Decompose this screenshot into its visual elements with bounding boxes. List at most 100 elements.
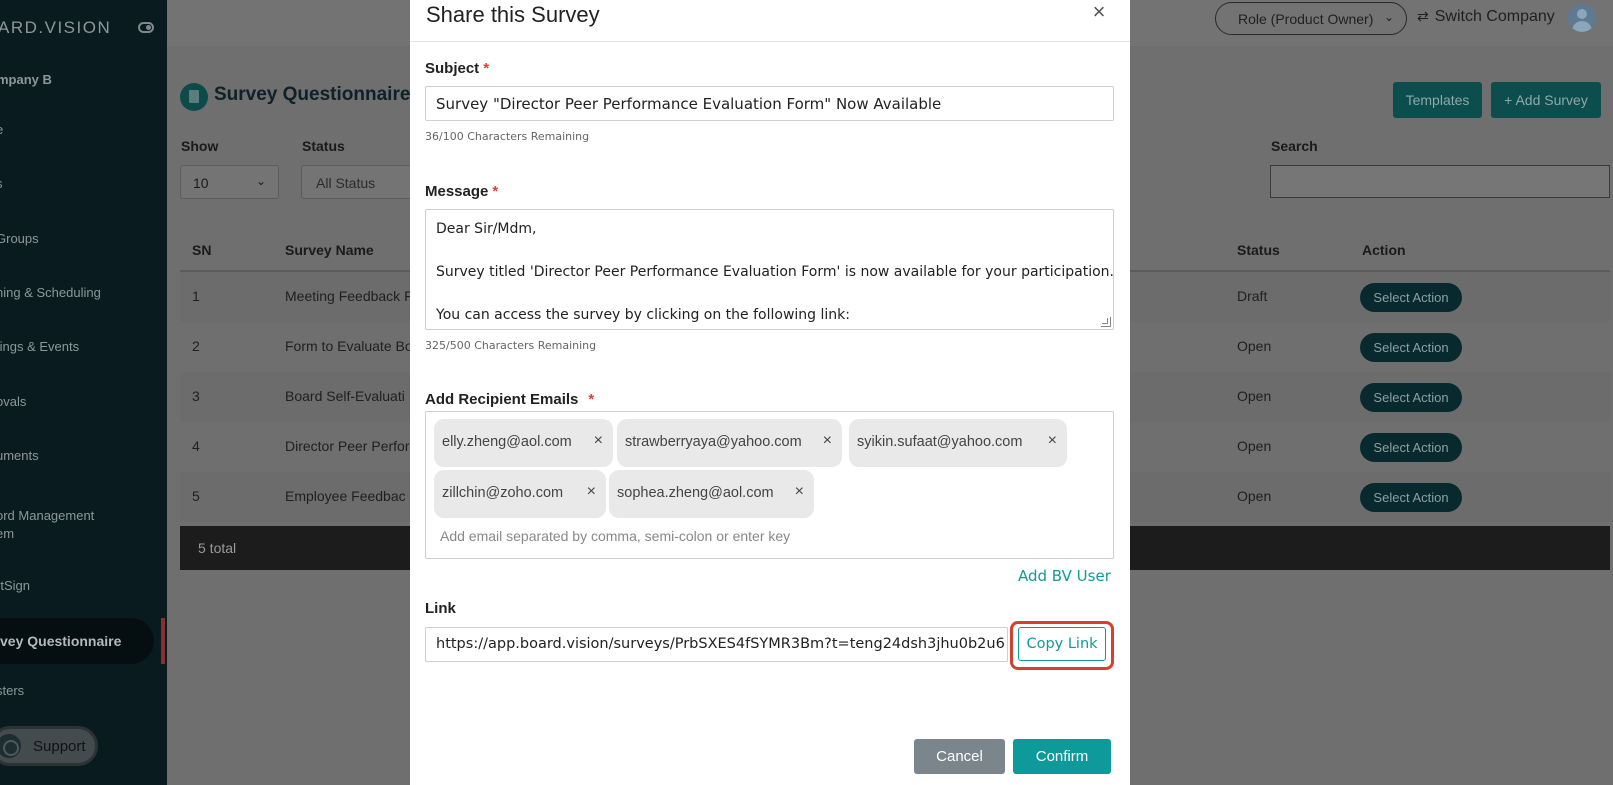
recipients-label-text: Add Recipient Emails	[425, 391, 579, 408]
modal-header: Share this Survey ×	[410, 0, 1130, 42]
row-survey-name[interactable]: Meeting Feedback F	[285, 288, 413, 304]
email-chip-label: strawberryaya@yahoo.com	[625, 434, 802, 450]
row-sn: 4	[192, 438, 200, 454]
message-line: Survey titled 'Director Peer Performance…	[436, 264, 1114, 280]
cancel-button[interactable]: Cancel	[914, 739, 1005, 774]
remove-chip-icon[interactable]: ×	[587, 483, 596, 501]
company-name: mpany B	[0, 72, 52, 87]
select-action-button[interactable]: Select Action	[1360, 433, 1462, 462]
row-survey-name[interactable]: Employee Feedbac	[285, 488, 406, 504]
message-char-count: 325/500 Characters Remaining	[425, 339, 597, 352]
message-line: You can access the survey by clicking on…	[436, 307, 850, 323]
remove-chip-icon[interactable]: ×	[795, 483, 804, 501]
email-chip: syikin.sufaat@yahoo.com ×	[849, 419, 1067, 467]
subject-label-text: Subject	[425, 60, 480, 77]
support-label: Support	[33, 738, 86, 755]
show-label: Show	[181, 138, 219, 154]
sidebar-item-record-management[interactable]: ord Management	[0, 507, 94, 525]
sidebar-item-registers[interactable]: sters	[0, 682, 24, 700]
show-entries-value: 10	[193, 175, 209, 191]
sidebar-item-meetings-events[interactable]: tings & Events	[0, 338, 79, 356]
email-chip: sophea.zheng@aol.com ×	[609, 470, 814, 518]
sidebar-item-smartsign[interactable]: rtSign	[0, 577, 30, 595]
select-action-button[interactable]: Select Action	[1360, 283, 1462, 312]
row-sn: 3	[192, 388, 200, 404]
sidebar-toggle-icon[interactable]	[138, 22, 154, 33]
add-bv-user-link[interactable]: Add BV User	[1018, 567, 1111, 585]
message-line	[436, 241, 1103, 263]
status-filter-select[interactable]: All Status	[301, 165, 411, 199]
sidebar-item-approvals[interactable]: ovals	[0, 393, 26, 411]
sidebar-item-users[interactable]: s	[0, 175, 3, 193]
support-button[interactable]: Support	[0, 726, 98, 766]
subject-label: Subject *	[425, 60, 489, 77]
row-survey-name[interactable]: Director Peer Perfor	[285, 438, 409, 454]
search-label: Search	[1271, 138, 1318, 154]
chevron-down-icon: ⌄	[255, 174, 266, 188]
row-status: Open	[1237, 388, 1272, 404]
row-survey-name[interactable]: Board Self-Evaluati	[285, 388, 405, 404]
sidebar-item-groups[interactable]: Groups	[0, 230, 39, 248]
remove-chip-icon[interactable]: ×	[594, 432, 603, 450]
email-input-placeholder[interactable]: Add email separated by comma, semi-colon…	[440, 528, 790, 544]
modal-title: Share this Survey	[426, 2, 600, 27]
row-status: Open	[1237, 438, 1272, 454]
switch-icon: ⇄	[1417, 8, 1429, 24]
remove-chip-icon[interactable]: ×	[1048, 432, 1057, 450]
remove-chip-icon[interactable]: ×	[823, 432, 832, 450]
recipients-label: Add Recipient Emails *	[425, 391, 594, 408]
templates-button[interactable]: Templates	[1393, 82, 1482, 118]
add-survey-button[interactable]: + Add Survey	[1491, 82, 1601, 118]
status-filter-value: All Status	[316, 175, 376, 191]
avatar[interactable]	[1568, 4, 1596, 32]
switch-company-button[interactable]: ⇄ Switch Company	[1417, 8, 1555, 26]
sidebar-item-survey-questionnaire[interactable]: vey Questionnaire	[0, 618, 154, 664]
sidebar: ARD.VISION mpany B e s Groups ning & Sch…	[0, 0, 167, 785]
message-label-text: Message	[425, 183, 489, 200]
brand-logo: ARD.VISION	[0, 18, 112, 37]
email-chip: strawberryaya@yahoo.com ×	[617, 419, 842, 467]
select-action-button[interactable]: Select Action	[1360, 383, 1462, 412]
message-line: Dear Sir/Mdm,	[436, 221, 537, 237]
recipient-emails-field[interactable]: elly.zheng@aol.com × strawberryaya@yahoo…	[425, 411, 1114, 559]
row-sn: 1	[192, 288, 200, 304]
row-survey-name[interactable]: Form to Evaluate Bo	[285, 338, 413, 354]
sidebar-item-record-management-line2[interactable]: em	[0, 525, 14, 543]
email-chip-label: elly.zheng@aol.com	[442, 434, 572, 450]
select-action-button[interactable]: Select Action	[1360, 483, 1462, 512]
subject-input[interactable]	[425, 86, 1114, 121]
required-marker: *	[483, 60, 490, 77]
message-line	[436, 284, 1103, 306]
email-chip-label: zillchin@zoho.com	[442, 485, 564, 501]
survey-link-field[interactable]: https://app.board.vision/surveys/PrbSXES…	[425, 627, 1008, 662]
message-label: Message *	[425, 183, 498, 200]
row-status: Draft	[1237, 288, 1268, 304]
active-indicator	[161, 618, 165, 664]
email-chip-label: sophea.zheng@aol.com	[617, 485, 774, 501]
required-marker: *	[492, 183, 499, 200]
switch-company-label: Switch Company	[1434, 8, 1555, 25]
close-icon[interactable]: ×	[1087, 0, 1111, 24]
email-chip: zillchin@zoho.com ×	[434, 470, 606, 518]
sidebar-item-home[interactable]: e	[0, 121, 3, 139]
header-sn: SN	[192, 242, 212, 258]
sidebar-item-documents[interactable]: uments	[0, 447, 39, 465]
sidebar-item-planning-scheduling[interactable]: ning & Scheduling	[0, 284, 101, 302]
email-chip-label: syikin.sufaat@yahoo.com	[857, 434, 1023, 450]
share-survey-modal: Share this Survey × Subject* 36/100 Char…	[410, 0, 1130, 785]
required-marker: *	[588, 391, 595, 408]
role-dropdown[interactable]: Role (Product Owner) ⌄	[1215, 2, 1407, 35]
select-action-button[interactable]: Select Action	[1360, 333, 1462, 362]
row-status: Open	[1237, 338, 1272, 354]
show-entries-select[interactable]: 10 ⌄	[180, 165, 279, 199]
resize-handle-icon[interactable]	[1101, 317, 1111, 327]
link-label: Link	[425, 600, 456, 617]
message-textarea[interactable]: Dear Sir/Mdm, Survey titled 'Director Pe…	[425, 209, 1114, 330]
subject-char-count: 36/100 Characters Remaining	[425, 130, 590, 143]
support-icon	[0, 734, 21, 758]
search-input[interactable]	[1270, 165, 1610, 198]
header-status: Status	[1237, 242, 1280, 258]
row-sn: 2	[192, 338, 200, 354]
confirm-button[interactable]: Confirm	[1013, 739, 1111, 774]
copy-link-button[interactable]: Copy Link	[1018, 627, 1106, 661]
